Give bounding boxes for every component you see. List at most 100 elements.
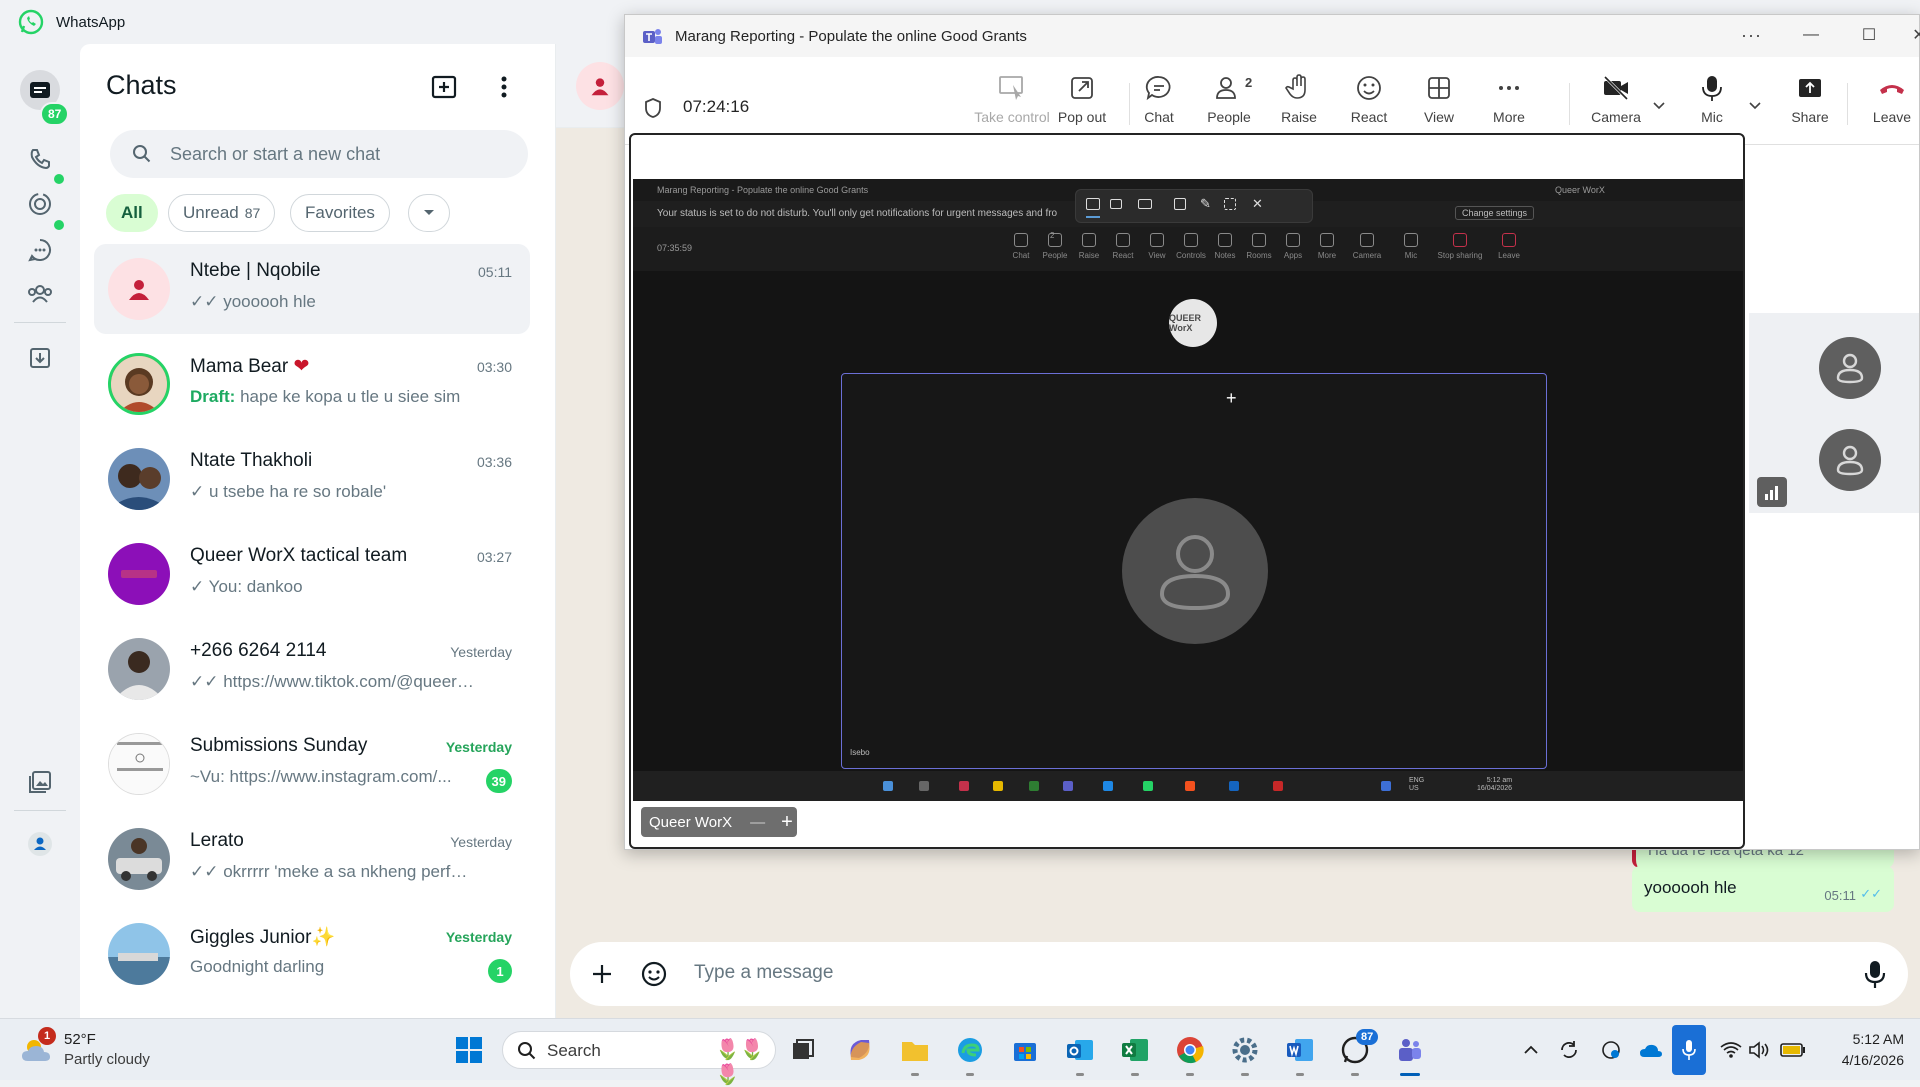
chat-preview-text: okrrrrr 'meke a sa nkheng perfume [223,862,475,881]
chat-row-submissions-sunday[interactable]: Submissions Sunday Yesterday ~Vu: https:… [94,719,530,809]
shared-window-tab[interactable]: Queer WorX — + [641,807,797,837]
chat-row-lerato[interactable]: Lerato Yesterday ✓✓ okrrrrr 'meke a sa n… [94,814,530,904]
word-button[interactable] [1283,1033,1317,1067]
shared-tool-label: View [1148,251,1166,260]
app-icon [959,781,969,791]
react-button[interactable]: React [1334,67,1404,139]
shared-region-text: US [1409,785,1419,792]
task-view-button[interactable] [786,1033,820,1067]
camera-button[interactable]: Camera [1581,67,1651,139]
more-button[interactable]: More [1474,67,1544,139]
settings-button[interactable] [1228,1033,1262,1067]
chat-name: Queer WorX tactical team [190,545,408,566]
chat-row-phone-contact[interactable]: +266 6264 2114 Yesterday ✓✓ https://www.… [94,624,530,714]
last-message-text: yoooooh hle [1644,878,1737,897]
chat-row-queer-worx[interactable]: Queer WorX tactical team 03:27 ✓ You: da… [94,529,530,619]
shared-screen-content[interactable]: Marang Reporting - Populate the online G… [633,179,1743,801]
tab-add-icon[interactable]: + [781,811,793,834]
share-label: Share [1791,109,1829,125]
voice-typing-mic-button[interactable] [1672,1025,1706,1075]
attach-plus-icon[interactable] [588,960,616,988]
chat-row-giggles-junior[interactable]: Giggles Junior✨ Yesterday Goodnight darl… [94,909,530,999]
conversation-avatar-icon[interactable] [576,62,624,110]
profile-nav-button[interactable] [20,824,60,864]
share-button[interactable]: Share [1775,67,1845,139]
phone-icon [30,149,50,170]
weather-widget[interactable]: 1 52°F Partly cloudy [20,1027,170,1073]
minimize-button[interactable]: — [1799,23,1823,47]
shared-window-title: Marang Reporting - Populate the online G… [657,185,869,195]
filter-all-chip[interactable]: All [106,194,158,232]
outlook-button[interactable] [1063,1033,1097,1067]
chat-name: +266 6264 2114 [190,640,327,661]
cloud-network-icon[interactable] [1598,1037,1624,1063]
pop-out-button[interactable]: Pop out [1047,67,1117,139]
file-explorer-button[interactable] [898,1033,932,1067]
mic-icon[interactable] [1860,958,1890,990]
chat-time: Yesterday [450,834,512,850]
running-indicator [1076,1073,1084,1076]
chat-row-ntate-thakholi[interactable]: Ntate Thakholi 03:36 ✓ u tsebe ha re so … [94,434,530,524]
system-clock[interactable]: 5:12 AM 4/16/2026 [1820,1029,1904,1071]
onedrive-icon[interactable] [1638,1037,1664,1063]
media-nav-button[interactable] [20,762,60,802]
more-icon [1499,86,1519,90]
shared-tool: Controls [1173,233,1209,260]
teams-more-options-icon[interactable]: ··· [1741,25,1762,46]
rail-divider-bottom [14,810,66,811]
emoji-sticker-icon[interactable] [640,960,668,988]
edge-button[interactable] [953,1033,987,1067]
teams-taskbar-button[interactable] [1393,1033,1427,1067]
shield-icon [645,98,661,118]
start-button[interactable] [452,1033,486,1067]
mic-button[interactable]: Mic [1677,67,1747,139]
channels-nav-button[interactable] [20,230,60,270]
store-button[interactable] [1008,1033,1042,1067]
tray-overflow-chevron-icon[interactable] [1518,1037,1544,1063]
menu-kebab-icon[interactable] [492,72,516,102]
windows-start-icon [456,1037,482,1063]
new-chat-icon[interactable] [430,72,460,102]
chat-row-mama-bear[interactable]: Mama Bear ❤ 03:30 Draft: hape ke kopa u … [94,339,530,429]
chat-icon [1145,76,1171,101]
raise-hand-button[interactable]: Raise [1264,67,1334,139]
archived-nav-button[interactable] [20,338,60,378]
participant-tile[interactable] [1749,405,1919,513]
tab-minimize-icon[interactable]: — [750,814,765,831]
filter-more-chip[interactable] [408,194,450,232]
taskbar-search-box[interactable]: Search 🌷🌷🌷 [502,1031,776,1086]
copilot-button[interactable] [843,1033,877,1067]
chat-time: 03:36 [476,454,512,470]
chrome-button[interactable] [1173,1033,1207,1067]
sync-icon[interactable] [1556,1037,1582,1063]
message-input[interactable]: Type a message [694,962,833,984]
mic-icon [1702,76,1722,101]
leave-button[interactable]: Leave [1857,67,1920,139]
wifi-icon[interactable] [1718,1037,1744,1063]
participant-avatar-icon [1122,498,1268,644]
volume-icon[interactable] [1746,1037,1772,1063]
view-button[interactable]: View [1404,67,1474,139]
participant-name: Isebo [850,748,870,757]
calls-nav-button[interactable] [20,140,60,180]
communities-nav-button[interactable] [20,274,60,314]
toolbar-divider [1569,83,1570,125]
camera-options-chevron-icon[interactable] [1651,97,1667,113]
take-control-button[interactable]: Take control [971,67,1053,139]
excel-button[interactable] [1118,1033,1152,1067]
chat-row-ntebe[interactable]: Ntebe | Nqobile 05:11 ✓✓ yoooooh hle [94,244,530,334]
annotation-toolbar[interactable]: ✎ ✕ [1075,189,1313,223]
close-button[interactable]: ✕ [1907,23,1920,47]
last-message-bubble[interactable]: yoooooh hle 05:11 ✓✓ [1632,866,1894,912]
maximize-button[interactable]: ☐ [1857,23,1881,47]
filter-unread-chip[interactable]: Unread 87 [168,194,276,232]
status-nav-button[interactable] [20,184,60,224]
battery-icon[interactable] [1780,1037,1806,1063]
chat-name: Lerato [190,830,244,851]
active-window-indicator [1400,1073,1420,1076]
filter-favorites-chip[interactable]: Favorites [290,194,390,232]
search-input[interactable]: Search or start a new chat [110,130,528,178]
chat-button[interactable]: Chat [1124,67,1194,139]
people-button[interactable]: People [1194,67,1264,139]
mic-options-chevron-icon[interactable] [1747,97,1763,113]
